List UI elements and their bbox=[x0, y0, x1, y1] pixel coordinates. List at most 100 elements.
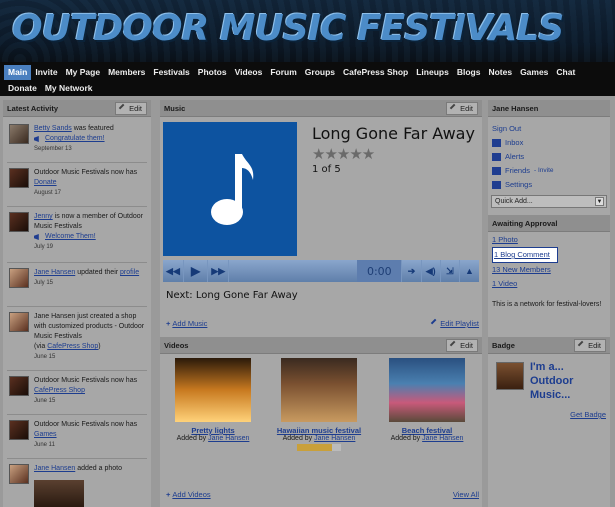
activity-thumbnail[interactable] bbox=[9, 124, 29, 144]
share-icon[interactable]: ⇲ bbox=[441, 260, 460, 282]
awaiting-list: 1 Photo 1 Blog Comment 13 New Members 1 Vid… bbox=[492, 233, 608, 291]
video-item[interactable]: Beach festival Added by Jane Hansen bbox=[380, 358, 474, 442]
activity-thumbnail[interactable] bbox=[9, 168, 29, 188]
nav-item-main[interactable]: Main bbox=[4, 65, 32, 80]
next-track-button[interactable]: ➔ bbox=[402, 260, 422, 282]
volume-icon[interactable]: ◀) bbox=[422, 260, 441, 282]
nav-item-notes[interactable]: Notes bbox=[484, 65, 516, 80]
activity-text: Betty Sands was featured Congratulate the… bbox=[34, 124, 149, 154]
divider bbox=[7, 306, 147, 307]
activity-date: September 13 bbox=[34, 146, 72, 152]
nav-item-cafepress-shop[interactable]: CafePress Shop bbox=[339, 65, 412, 80]
awaiting-item[interactable]: 1 Photo bbox=[492, 233, 608, 247]
nav-item-blogs[interactable]: Blogs bbox=[453, 65, 485, 80]
video-author-link[interactable]: Jane Hansen bbox=[422, 435, 463, 442]
video-item[interactable]: Hawaiian music festival Added by Jane Han… bbox=[272, 358, 366, 453]
album-art bbox=[163, 122, 297, 256]
video-title[interactable]: Beach festival bbox=[380, 426, 474, 435]
activity-action-link[interactable]: Welcome Them! bbox=[45, 232, 96, 242]
activity-link[interactable]: Donate bbox=[34, 179, 57, 186]
activity-photo[interactable] bbox=[34, 480, 84, 507]
add-videos-link[interactable]: + Add Videos bbox=[166, 490, 211, 499]
badge-widget[interactable]: I'm a... Outdoor Music... bbox=[496, 360, 608, 400]
activity-link[interactable]: Jane Hansen bbox=[34, 465, 75, 472]
activity-link[interactable]: Jane Hansen bbox=[34, 269, 75, 276]
video-thumbnail[interactable] bbox=[281, 358, 357, 422]
nav-item-festivals[interactable]: Festivals bbox=[149, 65, 193, 80]
nav-item-donate[interactable]: Donate bbox=[4, 81, 41, 96]
user-link-settings[interactable]: Settings bbox=[492, 178, 608, 192]
nav-item-invite[interactable]: Invite bbox=[31, 65, 61, 80]
divider bbox=[7, 414, 147, 415]
user-link-inbox[interactable]: Inbox bbox=[492, 136, 608, 150]
nav-item-forum[interactable]: Forum bbox=[266, 65, 300, 80]
nav-item-games[interactable]: Games bbox=[516, 65, 552, 80]
activity-link[interactable]: Jenny bbox=[34, 213, 53, 220]
awaiting-item[interactable]: 1 Video bbox=[492, 277, 608, 291]
sign-out-link[interactable]: Sign Out bbox=[492, 122, 608, 136]
song-title: Long Gone Far Away bbox=[312, 124, 475, 143]
rating-stars[interactable]: ★★★★★ bbox=[312, 145, 375, 163]
nav-item-photos[interactable]: Photos bbox=[194, 65, 231, 80]
activity-link[interactable]: Betty Sands bbox=[34, 125, 72, 132]
video-item[interactable]: Pretty lights Added by Jane Hansen bbox=[166, 358, 260, 442]
nav-item-my-network[interactable]: My Network bbox=[41, 81, 97, 96]
nav-item-groups[interactable]: Groups bbox=[301, 65, 339, 80]
nav-item-lineups[interactable]: Lineups bbox=[412, 65, 453, 80]
nav-item-members[interactable]: Members bbox=[104, 65, 149, 80]
edit-playlist-label[interactable]: Edit Playlist bbox=[440, 319, 479, 328]
latest-activity-module: Latest Activity Edit Betty Sands was fea… bbox=[3, 100, 151, 507]
video-title[interactable]: Hawaiian music festival bbox=[272, 426, 366, 435]
add-music-label[interactable]: Add Music bbox=[172, 319, 207, 328]
fast-forward-button[interactable]: ▶▶ bbox=[208, 260, 230, 282]
activity-thumbnail[interactable] bbox=[9, 464, 29, 484]
edit-playlist-link[interactable]: Edit Playlist bbox=[430, 318, 479, 328]
rewind-button[interactable]: ◀◀ bbox=[163, 260, 184, 282]
divider bbox=[7, 162, 147, 163]
nav-item-chat[interactable]: Chat bbox=[552, 65, 579, 80]
video-thumbnail[interactable] bbox=[175, 358, 251, 422]
edit-button[interactable]: Edit bbox=[446, 101, 478, 115]
user-link-friends[interactable]: Friends - Invite bbox=[492, 164, 608, 178]
nav-item-my-page[interactable]: My Page bbox=[62, 65, 105, 80]
activity-thumbnail[interactable] bbox=[9, 312, 29, 332]
get-badge-link[interactable]: Get Badge bbox=[570, 410, 606, 419]
video-author-link[interactable]: Jane Hansen bbox=[208, 435, 249, 442]
site-header: OUTDOOR MUSIC FESTIVALS bbox=[0, 0, 615, 62]
edit-button[interactable]: Edit bbox=[574, 338, 606, 352]
chevron-down-icon[interactable]: ▼ bbox=[595, 197, 604, 206]
activity-thumbnail[interactable] bbox=[9, 420, 29, 440]
nav-item-videos[interactable]: Videos bbox=[231, 65, 267, 80]
play-button[interactable]: ▶ bbox=[184, 260, 209, 282]
add-music-link[interactable]: + Add Music bbox=[166, 319, 207, 328]
video-thumbnail[interactable] bbox=[389, 358, 465, 422]
activity-thumbnail[interactable] bbox=[9, 376, 29, 396]
user-link-suffix[interactable]: - Invite bbox=[534, 164, 554, 178]
user-link-label[interactable]: Settings bbox=[505, 178, 532, 192]
track-count: 1 of 5 bbox=[312, 164, 341, 175]
user-header: Jane Hansen bbox=[488, 100, 610, 117]
edit-button[interactable]: Edit bbox=[446, 338, 478, 352]
site-title[interactable]: OUTDOOR MUSIC FESTIVALS bbox=[12, 8, 564, 49]
activity-action-link[interactable]: Congratulate them! bbox=[45, 134, 105, 144]
add-videos-label[interactable]: Add Videos bbox=[172, 490, 210, 499]
user-link-label[interactable]: Friends bbox=[505, 164, 530, 178]
user-link-label[interactable]: Inbox bbox=[505, 136, 523, 150]
activity-link[interactable]: profile bbox=[120, 269, 139, 276]
user-link-label[interactable]: Alerts bbox=[505, 150, 524, 164]
view-all-link[interactable]: View All bbox=[453, 490, 479, 499]
quick-add-select[interactable]: Quick Add... ▼ bbox=[491, 195, 607, 208]
activity-text: Jane Hansen added a photo bbox=[34, 465, 122, 472]
activity-link[interactable]: Games bbox=[34, 431, 57, 438]
awaiting-item[interactable]: 1 Blog Comment bbox=[492, 247, 558, 263]
activity-thumbnail[interactable] bbox=[9, 268, 29, 288]
awaiting-item[interactable]: 13 New Members bbox=[492, 263, 608, 277]
edit-button[interactable]: Edit bbox=[115, 101, 147, 115]
activity-thumbnail[interactable] bbox=[9, 212, 29, 232]
video-author-link[interactable]: Jane Hansen bbox=[314, 435, 355, 442]
eject-icon[interactable]: ▲ bbox=[460, 260, 479, 282]
video-title[interactable]: Pretty lights bbox=[166, 426, 260, 435]
user-link-alerts[interactable]: Alerts bbox=[492, 150, 608, 164]
activity-link[interactable]: CafePress Shop bbox=[34, 387, 85, 394]
activity-link[interactable]: CafePress Shop bbox=[47, 343, 98, 350]
